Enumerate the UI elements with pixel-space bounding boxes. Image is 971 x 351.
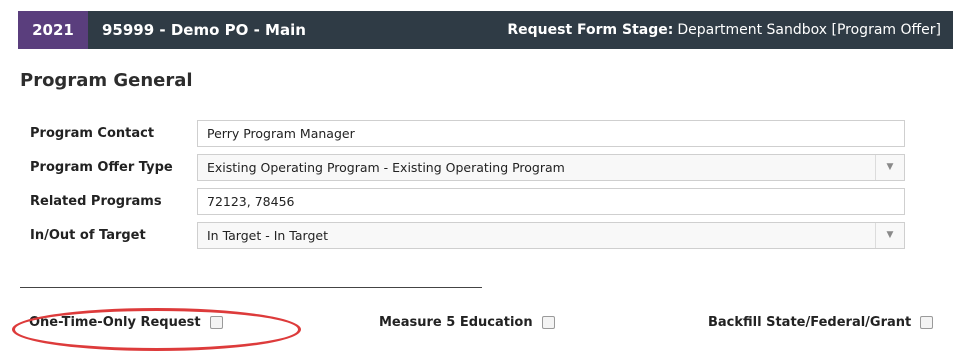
form-row-program-contact: Program Contact Perry Program Manager [20,117,905,149]
one-time-only-request-checkbox[interactable] [209,316,223,329]
program-contact-value: Perry Program Manager [207,125,355,141]
measure-5-education-option[interactable]: Measure 5 Education [379,315,555,330]
program-offer-title: 95999 - Demo PO - Main [102,21,306,39]
one-time-only-request-option[interactable]: One-Time-Only Request [29,315,223,330]
divider-line [20,287,482,288]
stage-value: Department Sandbox [Program Offer] [677,22,941,38]
form-row-related-programs: Related Programs 72123, 78456 [20,185,905,217]
form-row-in-out-target: In/Out of Target In Target - In Target ▼ [20,219,905,251]
program-contact-field[interactable]: Perry Program Manager [197,119,905,147]
measure-5-education-label: Measure 5 Education [379,315,533,330]
program-offer-type-label: Program Offer Type [30,159,173,175]
measure-5-education-checkbox[interactable] [541,316,555,329]
program-offer-type-value: Existing Operating Program - Existing Op… [207,159,565,175]
stage-label: Request Form Stage: [507,22,674,38]
in-out-target-label: In/Out of Target [30,227,146,243]
section-title: Program General [20,70,193,91]
program-offer-type-select[interactable]: Existing Operating Program - Existing Op… [197,153,905,181]
related-programs-label: Related Programs [30,193,162,209]
program-general-form: Program Contact Perry Program Manager Pr… [20,117,905,251]
checkbox-group: One-Time-Only Request Measure 5 Educatio… [0,315,971,339]
in-out-target-select[interactable]: In Target - In Target ▼ [197,221,905,249]
chevron-down-icon[interactable]: ▼ [875,222,904,248]
backfill-label: Backfill State/Federal/Grant [708,315,912,330]
one-time-only-request-label: One-Time-Only Request [29,315,201,330]
related-programs-field[interactable]: 72123, 78456 [197,187,905,215]
in-out-target-value: In Target - In Target [207,227,328,243]
request-form-stage: Request Form Stage: Department Sandbox [P… [507,22,941,38]
program-contact-label: Program Contact [30,125,155,141]
backfill-checkbox[interactable] [920,316,934,329]
chevron-down-icon[interactable]: ▼ [875,154,904,180]
form-row-program-offer-type: Program Offer Type Existing Operating Pr… [20,151,905,183]
page-header: 2021 95999 - Demo PO - Main Request Form… [18,11,953,49]
fiscal-year-badge: 2021 [18,11,88,49]
backfill-option[interactable]: Backfill State/Federal/Grant [708,315,934,330]
related-programs-value: 72123, 78456 [207,193,295,209]
